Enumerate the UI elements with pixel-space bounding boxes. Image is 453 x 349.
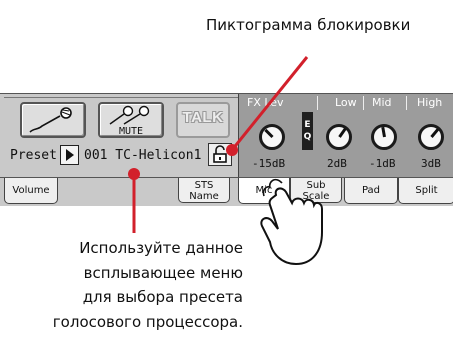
callout-overlay [132, 56, 323, 266]
lock-callout-line [230, 56, 309, 151]
preset-callout-dot [128, 168, 140, 180]
lock-callout-dot [226, 144, 238, 156]
pointing-hand-icon [260, 187, 323, 266]
